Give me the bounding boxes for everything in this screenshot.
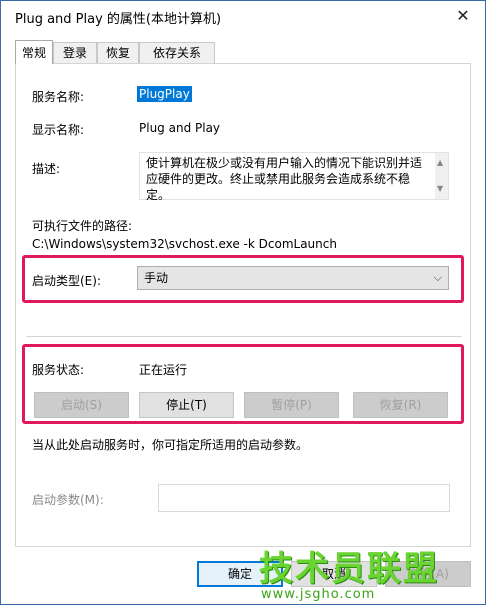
pause-button[interactable]: 暂停(P) (244, 392, 339, 418)
watermark-url: www.jsgho.com (261, 587, 376, 602)
start-params-hint: 当从此处启动服务时，你可指定所适用的启动参数。 (32, 438, 309, 452)
scroll-up-icon[interactable]: ▲ (437, 155, 443, 171)
scroll-down-icon[interactable]: ▼ (437, 181, 443, 197)
startup-type-value: 手动 (144, 271, 169, 285)
resume-button[interactable]: 恢复(R) (353, 392, 448, 418)
tab-dependencies[interactable]: 依存关系 (139, 42, 215, 64)
startup-type-select[interactable]: 手动 ⌵ (137, 266, 449, 290)
description-text: 使计算机在极少或没有用户输入的情况下能识别并适应硬件的更改。终止或禁用此服务会造… (146, 156, 423, 202)
display-name-value[interactable]: Plug and Play (139, 121, 220, 135)
service-name-value[interactable]: PlugPlay (137, 86, 192, 102)
close-icon[interactable]: ✕ (449, 3, 477, 29)
general-tab-panel: 服务名称: PlugPlay 显示名称: Plug and Play 描述: 使… (15, 63, 471, 547)
description-scrollbar[interactable]: ▲ ▼ (435, 153, 448, 199)
service-name-label: 服务名称: (32, 90, 85, 104)
executable-path-label: 可执行文件的路径: (32, 219, 133, 233)
service-status-label: 服务状态: (32, 363, 85, 377)
start-button[interactable]: 启动(S) (34, 392, 129, 418)
window-title: Plug and Play 的属性(本地计算机) (15, 12, 222, 27)
service-status-value: 正在运行 (139, 363, 188, 377)
start-params-label: 启动参数(M): (32, 493, 104, 507)
chevron-down-icon: ⌵ (433, 271, 442, 284)
tab-general[interactable]: 常规 (15, 40, 53, 64)
description-textbox[interactable]: 使计算机在极少或没有用户输入的情况下能识别并适应硬件的更改。终止或禁用此服务会造… (139, 152, 449, 202)
startup-type-label: 启动类型(E): (32, 274, 101, 288)
properties-dialog: Plug and Play 的属性(本地计算机) ✕ 常规 登录 恢复 依存关系… (0, 0, 486, 605)
stop-button[interactable]: 停止(T) (139, 392, 234, 418)
executable-path-value: C:\Windows\system32\svchost.exe -k DcomL… (32, 237, 337, 251)
description-label: 描述: (32, 162, 61, 176)
tab-recovery[interactable]: 恢复 (97, 42, 139, 64)
watermark-title: 技术员联盟 (259, 549, 439, 589)
separator (26, 336, 462, 337)
title-bar[interactable]: Plug and Play 的属性(本地计算机) ✕ (1, 1, 485, 31)
watermark-logo: 技术员联盟 www.jsgho.com (259, 541, 439, 602)
tab-logon[interactable]: 登录 (53, 42, 97, 64)
display-name-label: 显示名称: (32, 123, 85, 137)
start-params-input[interactable] (158, 484, 450, 512)
